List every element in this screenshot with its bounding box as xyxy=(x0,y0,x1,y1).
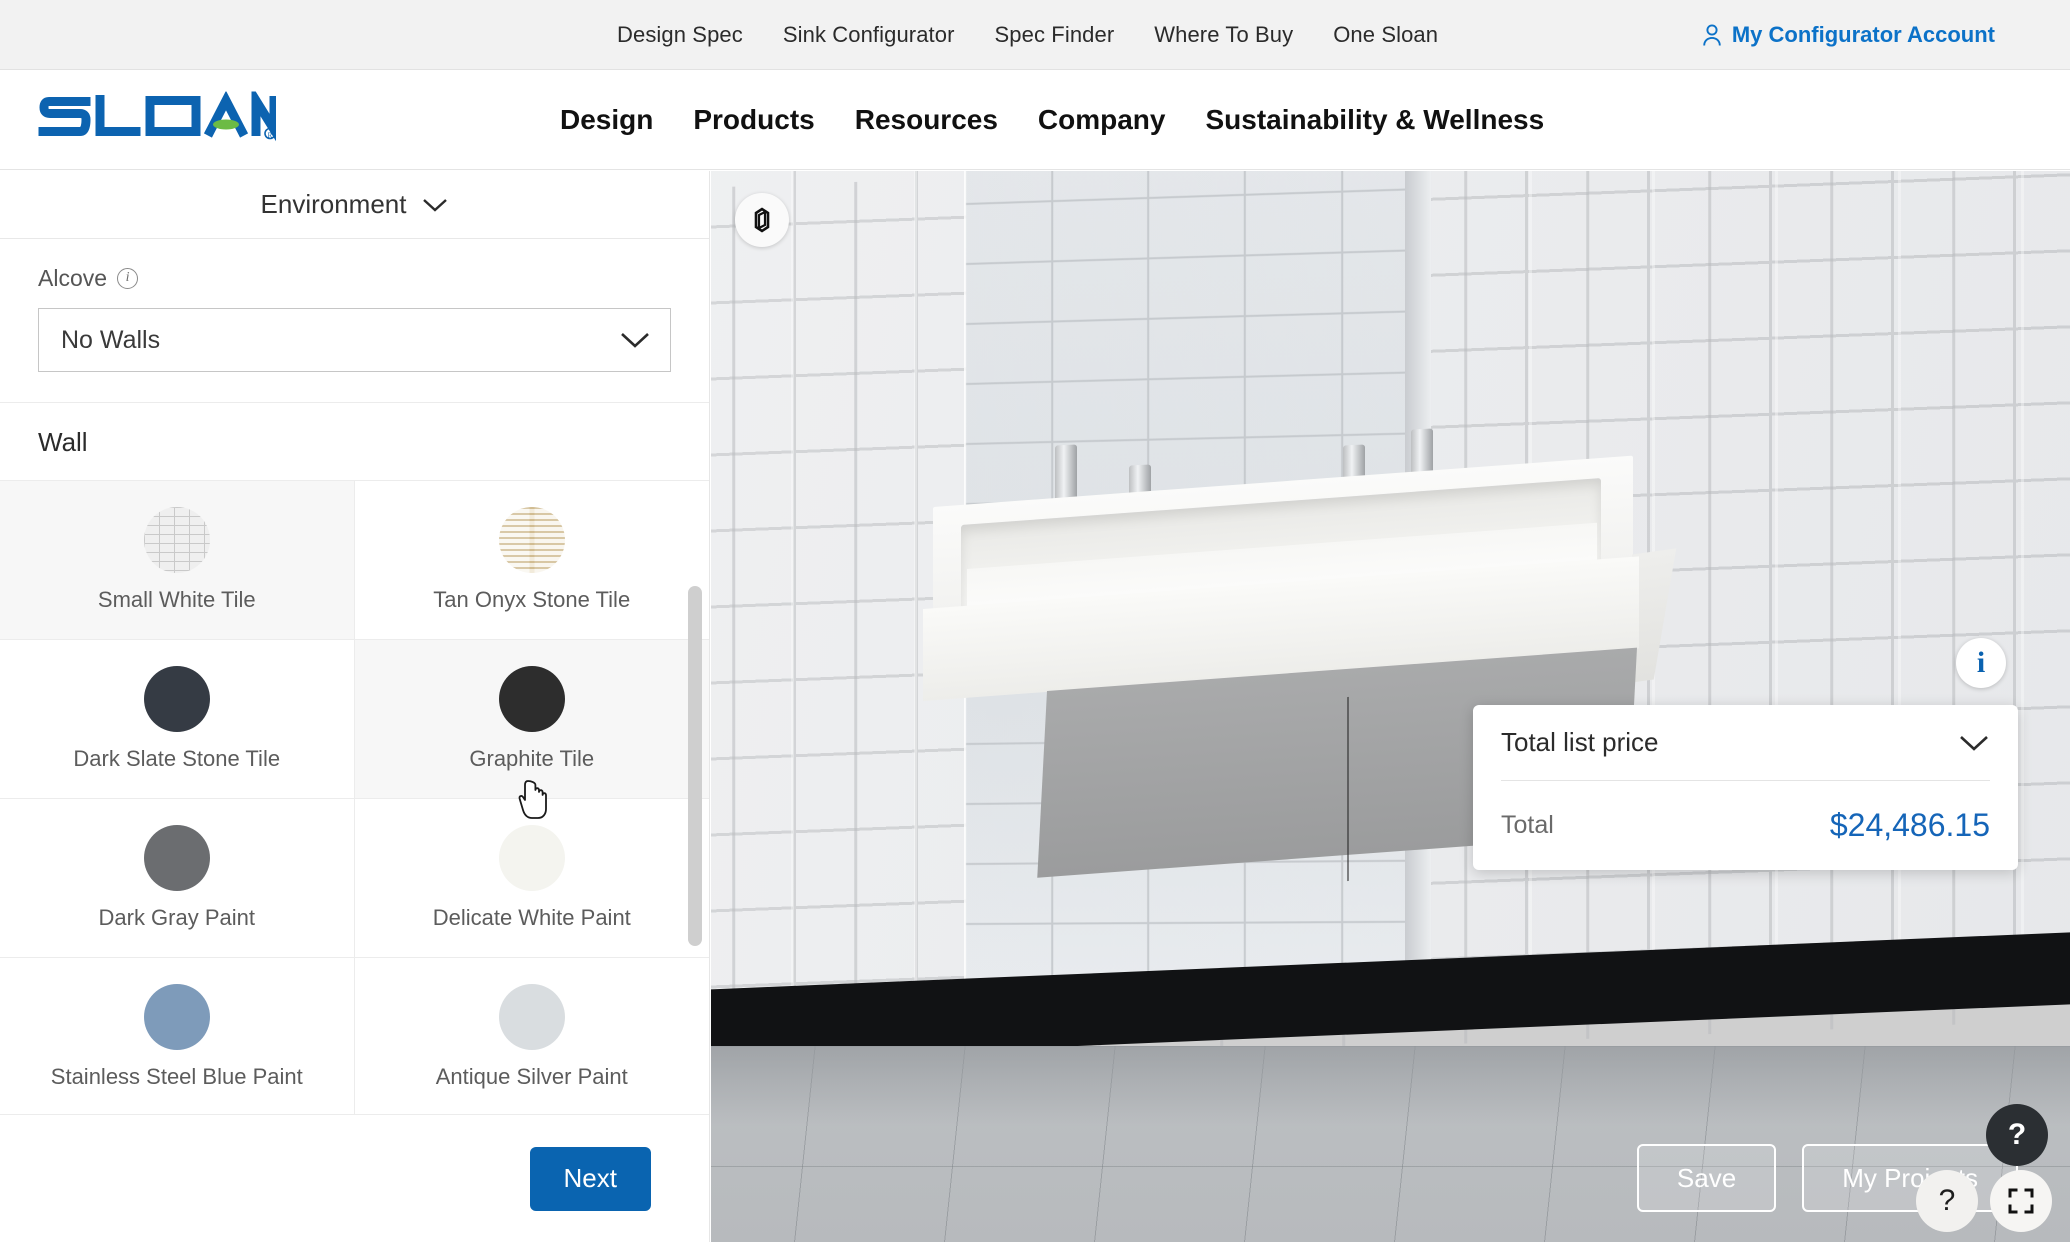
swatch-stainless-steel-blue-paint xyxy=(143,984,210,1050)
svg-text:R: R xyxy=(268,131,273,139)
wall-option-label: Dark Gray Paint xyxy=(98,905,256,930)
wall-option-label: Delicate White Paint xyxy=(432,905,631,930)
fullscreen-button[interactable] xyxy=(1990,1170,2052,1232)
help-badge-button[interactable]: ? xyxy=(1986,1104,2048,1166)
swatch-small-white-tile xyxy=(143,507,210,573)
wall-option-delicate-white-paint[interactable]: Delicate White Paint xyxy=(354,799,709,958)
wall-option-label: Graphite Tile xyxy=(469,746,595,771)
price-panel-header[interactable]: Total list price xyxy=(1501,727,1990,781)
wall-option-tan-onyx-stone-tile[interactable]: Tan Onyx Stone Tile xyxy=(354,481,709,640)
utility-link-spec-finder[interactable]: Spec Finder xyxy=(995,22,1115,48)
alcove-select[interactable]: No Walls xyxy=(38,308,671,372)
my-configurator-account-link[interactable]: My Configurator Account xyxy=(1701,22,1995,48)
save-button[interactable]: Save xyxy=(1636,1144,1777,1212)
wall-option-small-white-tile[interactable]: Small White Tile xyxy=(0,481,355,640)
account-label: My Configurator Account xyxy=(1731,21,1995,47)
wall-option-dark-gray-paint[interactable]: Dark Gray Paint xyxy=(0,799,355,958)
nav-link-company[interactable]: Company xyxy=(1038,104,1166,136)
wall-options-grid: Small White Tile Tan Onyx Stone Tile Dar… xyxy=(0,481,709,1114)
chevron-down-icon xyxy=(621,333,649,348)
nav-link-resources[interactable]: Resources xyxy=(855,104,998,136)
help-button[interactable]: ? xyxy=(1916,1170,1978,1232)
3d-viewport[interactable]: i Total list price Total $24,486.15 Save… xyxy=(711,171,2070,1242)
sink-cabinet-door-split xyxy=(1347,696,1349,882)
price-total-label: Total xyxy=(1501,811,1554,839)
logo-accent-dot xyxy=(213,119,239,129)
main-nav-links: Design Products Resources Company Sustai… xyxy=(560,104,1544,136)
swatch-graphite-tile xyxy=(498,666,565,732)
price-total-row: Total $24,486.15 xyxy=(1501,781,1990,844)
alcove-label: Alcove xyxy=(38,265,108,291)
wall-option-antique-silver-paint[interactable]: Antique Silver Paint xyxy=(354,958,709,1114)
nav-link-products[interactable]: Products xyxy=(693,104,814,136)
wall-section-title-row: Wall xyxy=(0,403,709,481)
chevron-down-icon xyxy=(1960,735,1988,751)
sidebar-scrollbar-track[interactable] xyxy=(687,481,703,1114)
wall-option-graphite-tile[interactable]: Graphite Tile xyxy=(354,640,709,799)
cube-3d-icon xyxy=(754,207,770,233)
next-button[interactable]: Next xyxy=(529,1146,651,1211)
swatch-delicate-white-paint xyxy=(498,825,565,891)
sloan-logo-mark: R xyxy=(38,84,279,145)
configurator-sidebar: Environment Alcove i No Walls Wall Small… xyxy=(0,171,710,1242)
wall-option-label: Small White Tile xyxy=(97,587,256,612)
alcove-field-group: Alcove i No Walls xyxy=(0,239,709,403)
my-projects-button[interactable]: My Projects xyxy=(1802,1144,2018,1212)
wall-option-dark-slate-stone-tile[interactable]: Dark Slate Stone Tile xyxy=(0,640,355,799)
utility-link-sink-configurator[interactable]: Sink Configurator xyxy=(783,22,955,48)
utility-link-one-sloan[interactable]: One Sloan xyxy=(1333,22,1438,48)
swatch-tan-onyx-stone-tile xyxy=(498,507,565,573)
wall-option-label: Dark Slate Stone Tile xyxy=(73,746,281,771)
info-icon[interactable]: i xyxy=(117,268,139,289)
wall-option-label: Tan Onyx Stone Tile xyxy=(433,587,631,612)
wall-option-label: Stainless Steel Blue Paint xyxy=(50,1064,303,1089)
user-icon xyxy=(1703,23,1721,46)
swatch-dark-gray-paint xyxy=(143,825,210,891)
utility-link-design-spec[interactable]: Design Spec xyxy=(617,22,743,48)
total-price-panel: Total list price Total $24,486.15 xyxy=(1473,705,2018,870)
main-nav: R Design Products Resources Company Sust… xyxy=(0,70,2070,170)
alcove-label-row: Alcove i xyxy=(38,265,671,292)
sloan-logo[interactable]: R xyxy=(38,84,279,148)
utility-links: Design Spec Sink Configurator Spec Finde… xyxy=(617,22,1438,48)
utility-link-where-to-buy[interactable]: Where To Buy xyxy=(1154,22,1293,48)
view-mode-toggle-button[interactable] xyxy=(735,193,789,247)
sidebar-scrollbar-thumb[interactable] xyxy=(688,586,702,946)
price-total-value: $24,486.15 xyxy=(1829,807,1990,843)
utility-bar: Design Spec Sink Configurator Spec Finde… xyxy=(0,0,2070,70)
price-panel-title: Total list price xyxy=(1501,727,1659,757)
swatch-dark-slate-stone-tile xyxy=(143,666,210,732)
environment-section-header[interactable]: Environment xyxy=(0,171,709,239)
wall-section-title: Wall xyxy=(38,427,88,457)
sidebar-footer: Next xyxy=(0,1114,709,1242)
floor-reflection xyxy=(711,1046,2070,1126)
nav-link-sustainability[interactable]: Sustainability & Wellness xyxy=(1205,104,1544,136)
nav-link-design[interactable]: Design xyxy=(560,104,653,136)
swatch-antique-silver-paint xyxy=(498,984,565,1050)
wall-option-label: Antique Silver Paint xyxy=(435,1064,628,1089)
scene-info-button[interactable]: i xyxy=(1956,638,2006,688)
configurator-page: Design Spec Sink Configurator Spec Finde… xyxy=(0,0,2070,1242)
environment-section-label: Environment xyxy=(260,189,407,219)
alcove-select-value: No Walls xyxy=(61,325,161,354)
chevron-down-icon xyxy=(423,198,448,212)
wall-options-scroll-area: Small White Tile Tan Onyx Stone Tile Dar… xyxy=(0,481,709,1114)
wall-option-stainless-steel-blue-paint[interactable]: Stainless Steel Blue Paint xyxy=(0,958,355,1114)
fullscreen-icon xyxy=(2008,1188,2034,1214)
